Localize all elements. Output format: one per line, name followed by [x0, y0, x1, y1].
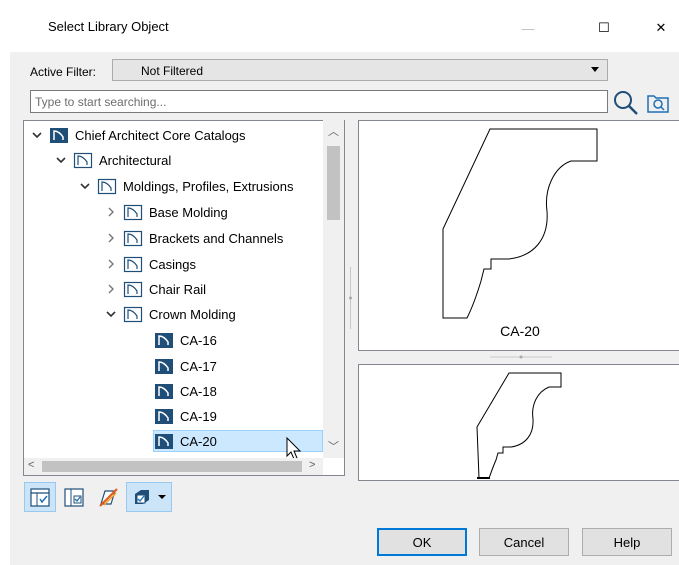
tree-item-label: Architectural [99, 152, 172, 168]
title-bar: Select Library Object — ☐ ✕ [0, 0, 679, 52]
minimize-button[interactable]: — [508, 10, 548, 46]
crown-molding-profile-drawing [442, 128, 598, 319]
dropdown-arrow-icon [158, 495, 166, 499]
tree-item-label: CA-17 [180, 358, 217, 374]
profile-icon [155, 409, 173, 424]
show-selected-icon [64, 488, 84, 507]
tree-item-architectural[interactable]: Architectural [55, 149, 171, 171]
chevron-right-icon[interactable] [105, 258, 117, 270]
ok-button[interactable]: OK [377, 528, 467, 556]
tree-item-core-catalogs[interactable]: Chief Architect Core Catalogs [31, 124, 246, 146]
tree-item-ca-16[interactable]: CA-16 [154, 329, 217, 351]
tree-item-brackets-channels[interactable]: Brackets and Channels [105, 227, 283, 249]
toolbar-button-show-selected[interactable] [58, 482, 90, 512]
tree-item-ca-18[interactable]: CA-18 [154, 380, 217, 402]
search-library-icon[interactable] [646, 91, 670, 115]
tree-horizontal-scrollbar[interactable]: < > [24, 458, 323, 475]
chevron-down-icon[interactable] [79, 180, 91, 192]
vertical-scroll-thumb[interactable] [327, 146, 340, 220]
chevron-down-icon[interactable] [31, 129, 43, 141]
chevron-down-icon[interactable] [55, 154, 67, 166]
tree-item-label: Moldings, Profiles, Extrusions [123, 178, 294, 194]
scroll-up-icon[interactable]: ︿ [328, 123, 339, 139]
search-icon[interactable] [612, 89, 640, 115]
toolbar-button-show-materials[interactable] [92, 482, 124, 512]
tree-item-ca-17[interactable]: CA-17 [154, 355, 217, 377]
tree-item-label: Crown Molding [149, 306, 236, 322]
dropdown-arrow-icon [591, 67, 599, 72]
tree-item-label: CA-19 [180, 408, 217, 424]
library-tree[interactable]: Chief Architect Core Catalogs Architectu… [23, 120, 345, 476]
tree-item-label: Chief Architect Core Catalogs [75, 127, 246, 143]
tree-item-label: Casings [149, 256, 196, 272]
close-button[interactable]: ✕ [641, 10, 679, 46]
show-folders-icon [30, 488, 50, 507]
horizontal-scroll-thumb[interactable] [42, 461, 302, 472]
profile-icon [155, 384, 173, 399]
toolbar-button-view-mode-dropdown[interactable] [126, 482, 172, 512]
tree-item-label: Chair Rail [149, 281, 207, 297]
preview-main-pane: CA-20 [358, 120, 679, 351]
library-toolbar [24, 482, 172, 514]
folder-icon [73, 152, 93, 169]
profile-icon [155, 359, 173, 374]
tree-item-label: CA-18 [180, 383, 217, 399]
tree-item-chair-rail[interactable]: Chair Rail [105, 278, 206, 300]
help-button[interactable]: Help [582, 528, 672, 556]
chevron-right-icon[interactable] [105, 206, 117, 218]
search-input[interactable] [30, 90, 608, 113]
view-mode-icon [135, 490, 149, 504]
toolbar-button-show-folders[interactable] [24, 482, 56, 512]
tree-item-base-molding[interactable]: Base Molding [105, 201, 228, 223]
scroll-left-icon[interactable]: < [28, 459, 34, 471]
horizontal-splitter[interactable] [490, 354, 552, 360]
folder-icon [123, 256, 143, 273]
scroll-down-icon[interactable]: ﹀ [328, 438, 339, 454]
window-title: Select Library Object [48, 19, 169, 34]
catalog-icon [50, 128, 68, 143]
chevron-down-icon[interactable] [105, 308, 117, 320]
tree-item-label: CA-16 [180, 332, 217, 348]
folder-icon [123, 230, 143, 247]
maximize-button[interactable]: ☐ [584, 10, 624, 46]
tree-item-ca-19[interactable]: CA-19 [154, 405, 217, 427]
folder-icon [123, 281, 143, 298]
tree-item-crown-molding[interactable]: Crown Molding [105, 303, 236, 325]
preview-item-name: CA-20 [500, 323, 540, 339]
active-filter-value: Not Filtered [141, 64, 204, 78]
scroll-right-icon[interactable]: > [309, 459, 315, 471]
folder-icon [123, 204, 143, 221]
tree-item-casings[interactable]: Casings [105, 253, 196, 275]
profile-icon [155, 333, 173, 348]
cancel-button[interactable]: Cancel [479, 528, 569, 556]
active-filter-label: Active Filter: [30, 65, 97, 79]
active-filter-dropdown[interactable]: Not Filtered [112, 59, 608, 81]
vertical-splitter[interactable] [348, 267, 353, 329]
profile-icon [155, 434, 173, 449]
folder-icon [97, 178, 117, 195]
tree-vertical-scrollbar[interactable]: ︿ ﹀ [323, 120, 344, 458]
crown-molding-3d-preview [476, 372, 562, 479]
show-materials-icon [99, 488, 118, 507]
tree-item-label: Base Molding [149, 204, 228, 220]
chevron-right-icon[interactable] [105, 232, 117, 244]
preview-secondary-pane [358, 364, 679, 481]
tree-item-label: Brackets and Channels [149, 230, 284, 246]
chevron-right-icon[interactable] [105, 283, 117, 295]
tree-item-label: CA-20 [180, 433, 217, 449]
tree-item-moldings[interactable]: Moldings, Profiles, Extrusions [79, 175, 294, 197]
folder-icon [123, 306, 143, 323]
